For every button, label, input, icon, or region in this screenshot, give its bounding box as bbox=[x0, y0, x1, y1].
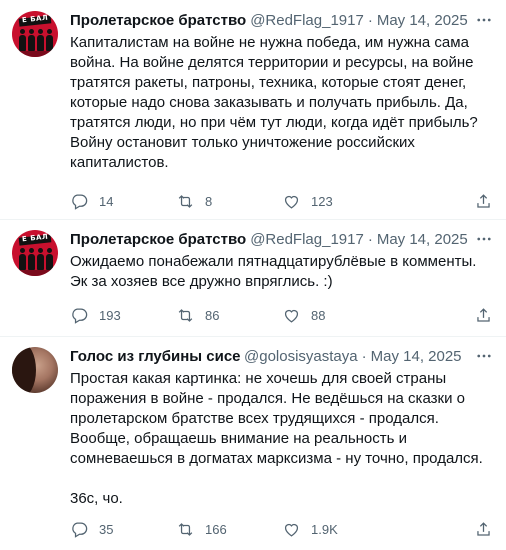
share-icon bbox=[477, 521, 490, 536]
tweet-date[interactable]: May 14, 2025 bbox=[377, 230, 468, 250]
avatar[interactable] bbox=[12, 347, 58, 393]
header-separator: · bbox=[367, 12, 373, 29]
action-bar: 14 8 123 bbox=[70, 191, 494, 211]
author-handle[interactable]: @golosisyastaya bbox=[244, 347, 358, 367]
reply-icon bbox=[72, 522, 88, 538]
retweet-button[interactable]: 86 bbox=[176, 305, 219, 325]
like-icon bbox=[284, 309, 299, 323]
author-handle[interactable]: @RedFlag_1917 bbox=[250, 230, 364, 250]
like-icon bbox=[284, 195, 299, 209]
tweet-date[interactable]: May 14, 2025 bbox=[371, 347, 462, 367]
tweet-content: Пролетарское братство @RedFlag_1917 · Ma… bbox=[70, 11, 494, 173]
retweet-button[interactable]: 166 bbox=[176, 519, 227, 539]
action-bar: 35 166 1.9K bbox=[70, 519, 494, 539]
share-button[interactable] bbox=[474, 519, 493, 539]
like-button[interactable]: 1.9K bbox=[282, 519, 338, 539]
reply-button[interactable]: 35 bbox=[70, 519, 113, 539]
tweet-header: Пролетарское братство @RedFlag_1917 · Ma… bbox=[70, 11, 494, 31]
like-count: 1.9K bbox=[311, 521, 338, 537]
retweet-button[interactable]: 8 bbox=[176, 191, 212, 211]
tweet-1[interactable]: Е БАЛ Пролетарское братство @RedFlag_191… bbox=[0, 0, 506, 219]
more-icon[interactable] bbox=[474, 347, 494, 367]
like-button[interactable]: 88 bbox=[282, 305, 325, 325]
like-button[interactable]: 123 bbox=[282, 191, 333, 211]
tweet-text: Ожидаемо понабежали пятнадцатирублёвые в… bbox=[70, 253, 477, 290]
tweet-date[interactable]: May 14, 2025 bbox=[377, 11, 468, 31]
share-icon bbox=[477, 193, 490, 208]
avatar[interactable]: Е БАЛ bbox=[12, 230, 58, 276]
share-button[interactable] bbox=[474, 305, 493, 325]
retweet-count: 166 bbox=[205, 521, 227, 537]
author-name[interactable]: Пролетарское братство bbox=[70, 11, 246, 31]
tweet-header: Голос из глубины сисек @golosisyastaya ·… bbox=[70, 347, 494, 367]
tweet-2[interactable]: Е БАЛ Пролетарское братство @RedFlag_191… bbox=[0, 219, 506, 336]
reply-count: 14 bbox=[99, 193, 114, 209]
header-separator: · bbox=[367, 231, 373, 248]
tweet-3[interactable]: Голос из глубины сисек @golosisyastaya ·… bbox=[0, 336, 506, 550]
tweet-content: Голос из глубины сисек @golosisyastaya ·… bbox=[70, 347, 494, 509]
reply-count: 35 bbox=[99, 521, 114, 537]
share-button[interactable] bbox=[474, 191, 493, 211]
avatar[interactable]: Е БАЛ bbox=[12, 11, 58, 57]
retweet-count: 86 bbox=[205, 307, 220, 323]
reply-icon bbox=[72, 308, 88, 324]
author-name[interactable]: Пролетарское братство bbox=[70, 230, 246, 250]
reply-button[interactable]: 14 bbox=[70, 191, 113, 211]
tweet-header: Пролетарское братство @RedFlag_1917 · Ma… bbox=[70, 230, 494, 250]
reply-icon bbox=[72, 194, 88, 210]
tweet-text: Капиталистам на войне не нужна победа, и… bbox=[70, 34, 482, 171]
reply-button[interactable]: 193 bbox=[70, 305, 121, 325]
reply-count: 193 bbox=[99, 307, 121, 323]
tweet-text: Простая какая картинка: не хочешь для св… bbox=[70, 370, 483, 507]
author-name[interactable]: Голос из глубины сисек bbox=[70, 347, 240, 367]
like-count: 88 bbox=[311, 307, 326, 323]
retweet-icon bbox=[178, 522, 193, 536]
tweet-content: Пролетарское братство @RedFlag_1917 · Ma… bbox=[70, 230, 494, 292]
retweet-icon bbox=[178, 308, 193, 322]
share-icon bbox=[477, 307, 490, 322]
like-count: 123 bbox=[311, 193, 333, 209]
author-handle[interactable]: @RedFlag_1917 bbox=[250, 11, 364, 31]
more-icon[interactable] bbox=[474, 230, 494, 250]
header-separator: · bbox=[361, 348, 367, 365]
action-bar: 193 86 88 bbox=[70, 305, 494, 325]
like-icon bbox=[284, 523, 299, 537]
more-icon[interactable] bbox=[474, 11, 494, 31]
retweet-icon bbox=[178, 194, 193, 208]
retweet-count: 8 bbox=[205, 193, 213, 209]
